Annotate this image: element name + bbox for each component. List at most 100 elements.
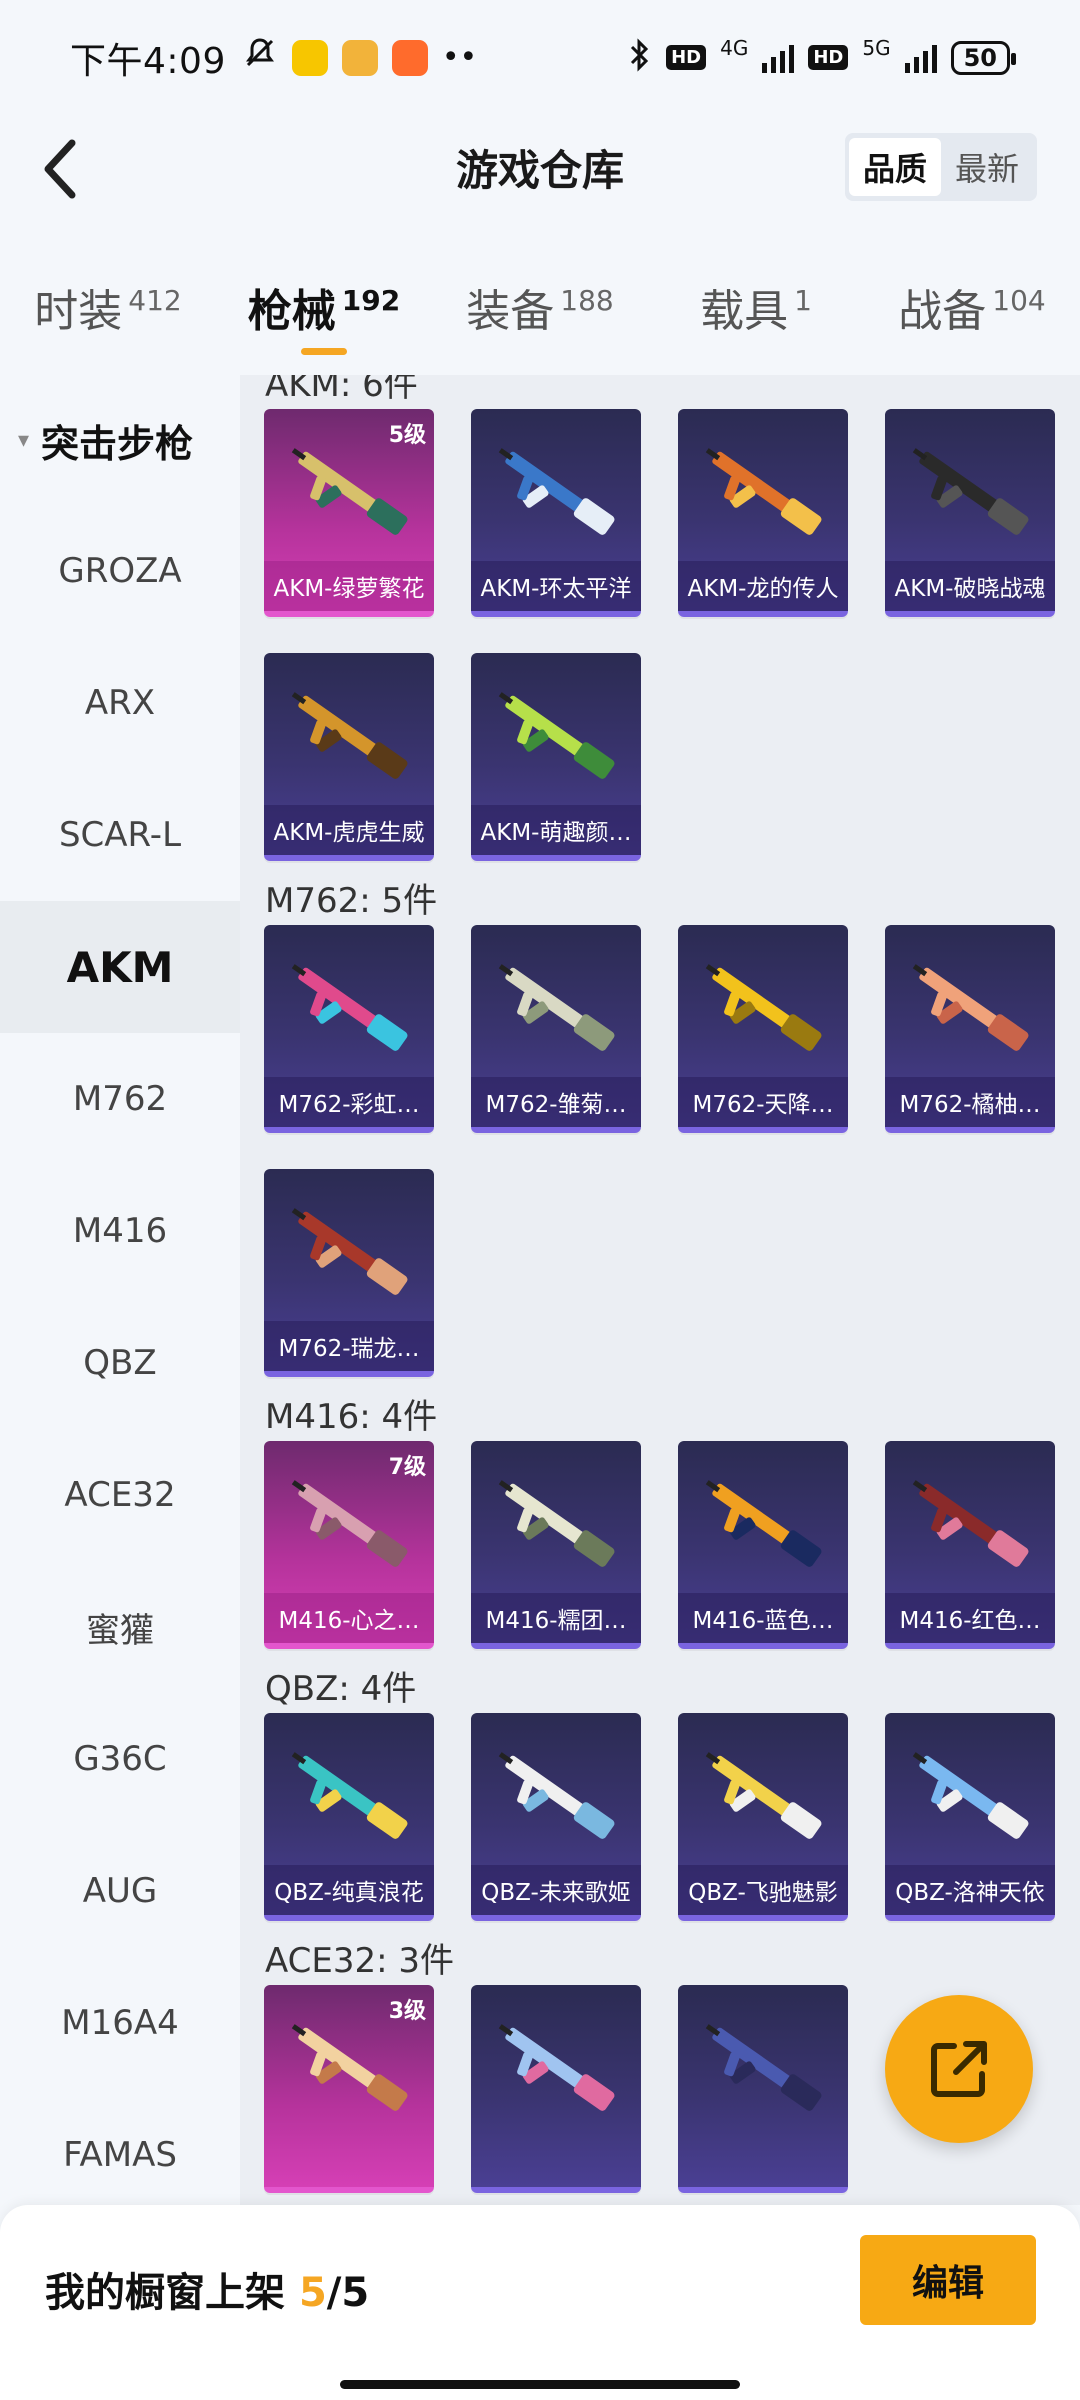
edit-button[interactable]: 编辑 [860, 2235, 1036, 2325]
sidebar-item-groza[interactable]: GROZA [0, 505, 240, 637]
network-4g-label: 4G [720, 35, 749, 60]
skin-level-badge: 5级 [388, 423, 426, 448]
back-button[interactable] [30, 135, 90, 203]
skin-grid: QBZ-纯真浪花 QBZ-未来歌姬 QBZ-飞驰魅影 QBZ-洛神天依 [240, 1713, 1080, 1921]
sidebar-item-m762[interactable]: M762 [0, 1033, 240, 1165]
tab-vehicles[interactable]: 载具 1 [648, 255, 864, 360]
app-notification-icon [391, 39, 428, 76]
showcase-label: 我的橱窗上架 [45, 2270, 285, 2316]
sidebar-item-arx[interactable]: ARX [0, 637, 240, 769]
rifle-icon [705, 1480, 822, 1567]
sidebar-group-label: 突击步枪 [41, 421, 194, 466]
rifle-icon [498, 1480, 615, 1567]
rifle-icon [705, 448, 822, 535]
tab-firearms[interactable]: 枪械 192 [216, 255, 432, 360]
rifle-icon [291, 448, 408, 535]
more-dots-icon: •• [441, 40, 478, 75]
skin-name: M416-红色… [885, 1593, 1055, 1643]
rifle-icon [498, 2024, 615, 2111]
skin-card[interactable]: 5级 AKM-绿萝繁花 [264, 409, 434, 617]
skin-card[interactable]: AKM-破晓战魂 [885, 409, 1055, 617]
skin-name: M762-雏菊… [471, 1077, 641, 1127]
skin-card[interactable]: M762-瑞龙… [264, 1169, 434, 1377]
page-header: 游戏仓库 品质 最新 [0, 115, 1080, 220]
skin-name: AKM-破晓战魂 [885, 561, 1055, 611]
skin-card[interactable]: AKM-环太平洋 [471, 409, 641, 617]
skin-card[interactable]: M762-彩虹… [264, 925, 434, 1133]
sidebar-group-assault-rifle[interactable]: ▾ 突击步枪 [0, 375, 240, 505]
mute-bell-icon [242, 35, 278, 80]
home-indicator[interactable] [340, 2380, 740, 2389]
sidebar-item-scar-l[interactable]: SCAR-L [0, 769, 240, 901]
rifle-icon [912, 448, 1029, 535]
sidebar-item-g36c[interactable]: G36C [0, 1693, 240, 1825]
skin-card[interactable]: 7级 M416-心之… [264, 1441, 434, 1649]
skin-card[interactable]: QBZ-未来歌姬 [471, 1713, 641, 1921]
skin-name: M762-橘柚… [885, 1077, 1055, 1127]
sidebar-item-honey-badger[interactable]: 蜜獾 [0, 1561, 240, 1693]
tab-count: 412 [128, 284, 182, 317]
skin-name: M416-心之… [264, 1593, 434, 1643]
tab-label: 时装 [34, 286, 123, 337]
skin-card[interactable]: QBZ-纯真浪花 [264, 1713, 434, 1921]
tab-count: 192 [341, 284, 401, 317]
sidebar-item-qbz[interactable]: QBZ [0, 1297, 240, 1429]
rifle-icon [912, 1752, 1029, 1839]
sidebar-item-ace32[interactable]: ACE32 [0, 1429, 240, 1561]
tab-label: 装备 [466, 286, 555, 337]
skin-name: M416-糯团… [471, 1593, 641, 1643]
rifle-icon [705, 1752, 822, 1839]
skin-name: AKM-虎虎生威 [264, 805, 434, 855]
tab-supplies[interactable]: 战备 104 [864, 255, 1080, 360]
tab-fashion[interactable]: 时装 412 [0, 255, 216, 360]
skin-card[interactable]: M416-蓝色… [678, 1441, 848, 1649]
sidebar-item-m416[interactable]: M416 [0, 1165, 240, 1297]
rifle-icon [498, 964, 615, 1051]
sort-newest-button[interactable]: 最新 [941, 138, 1033, 196]
skin-card[interactable] [678, 1985, 848, 2193]
rifle-icon [498, 692, 615, 779]
sort-quality-button[interactable]: 品质 [848, 138, 941, 196]
skin-card[interactable]: M416-红色… [885, 1441, 1055, 1649]
tab-equipment[interactable]: 装备 188 [432, 255, 648, 360]
skin-card[interactable]: M762-天降… [678, 925, 848, 1133]
skin-grid: 5级 AKM-绿萝繁花 AKM-环太平洋 AKM-龙的传人 AKM-破晓战魂 AKM-虎虎… [240, 409, 1080, 861]
rifle-icon [705, 2024, 822, 2111]
category-tabs: 时装 412 枪械 192 装备 188 载具 1 战备 104 [0, 255, 1080, 360]
status-bar: 下午4:09 •• HD 4G HD 5G 50 [0, 0, 1080, 115]
skin-name: M762-天降… [678, 1077, 848, 1127]
rifle-icon [291, 1480, 408, 1567]
section-title: AKM: 6件 [265, 375, 418, 405]
rifle-icon [291, 692, 408, 779]
skin-card[interactable]: AKM-龙的传人 [678, 409, 848, 617]
battery-level: 50 [963, 43, 997, 72]
skin-name: QBZ-洛神天依 [885, 1865, 1055, 1915]
tab-label: 战备 [898, 286, 987, 337]
skin-card[interactable]: M416-糯团… [471, 1441, 641, 1649]
skin-card[interactable]: QBZ-飞驰魅影 [678, 1713, 848, 1921]
signal-icon [762, 43, 795, 73]
back-arrow-icon [44, 139, 76, 199]
skin-card[interactable] [471, 1985, 641, 2193]
share-button[interactable] [885, 1995, 1033, 2143]
skin-card[interactable]: AKM-虎虎生威 [264, 653, 434, 861]
app-notification-icon [291, 39, 328, 76]
section-title: ACE32: 3件 [265, 1940, 455, 1981]
skin-card[interactable]: 3级 [264, 1985, 434, 2193]
sidebar-item-m16a4[interactable]: M16A4 [0, 1957, 240, 2089]
chevron-down-icon: ▾ [18, 427, 30, 453]
skin-name: AKM-绿萝繁花 [264, 561, 434, 611]
rifle-icon [291, 964, 408, 1051]
bluetooth-icon [628, 37, 652, 79]
skin-level-badge: 3级 [388, 1999, 426, 2024]
hd-badge: HD [808, 45, 849, 70]
skin-card[interactable]: QBZ-洛神天依 [885, 1713, 1055, 1921]
skin-card[interactable]: AKM-萌趣颜… [471, 653, 641, 861]
sidebar-item-akm[interactable]: AKM [0, 901, 240, 1033]
sidebar-item-famas[interactable]: FAMAS [0, 2089, 240, 2221]
skin-card[interactable]: M762-雏菊… [471, 925, 641, 1133]
skin-card[interactable]: M762-橘柚… [885, 925, 1055, 1133]
bottom-bar: 我的橱窗上架 5/5 编辑 [0, 2205, 1080, 2400]
skin-list[interactable]: AKM: 6件 5级 AKM-绿萝繁花 AKM-环太平洋 AKM-龙的传人 AKM-破晓战… [240, 375, 1080, 2205]
sidebar-item-aug[interactable]: AUG [0, 1825, 240, 1957]
